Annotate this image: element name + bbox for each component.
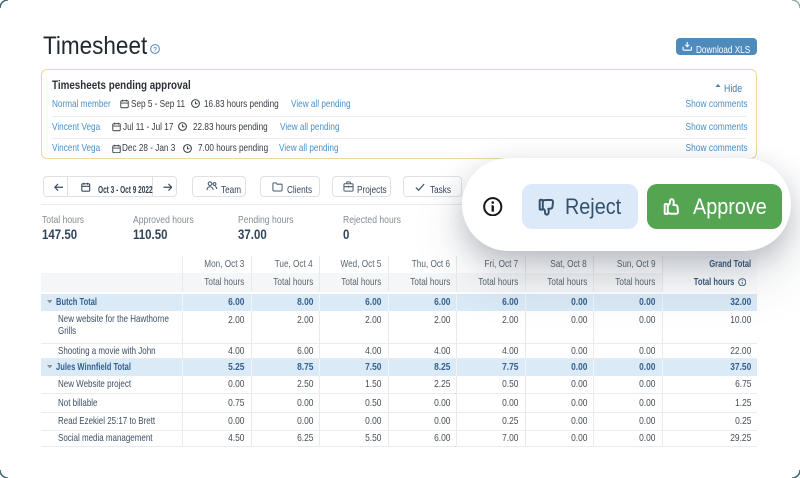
svg-text:?: ? (153, 46, 157, 53)
